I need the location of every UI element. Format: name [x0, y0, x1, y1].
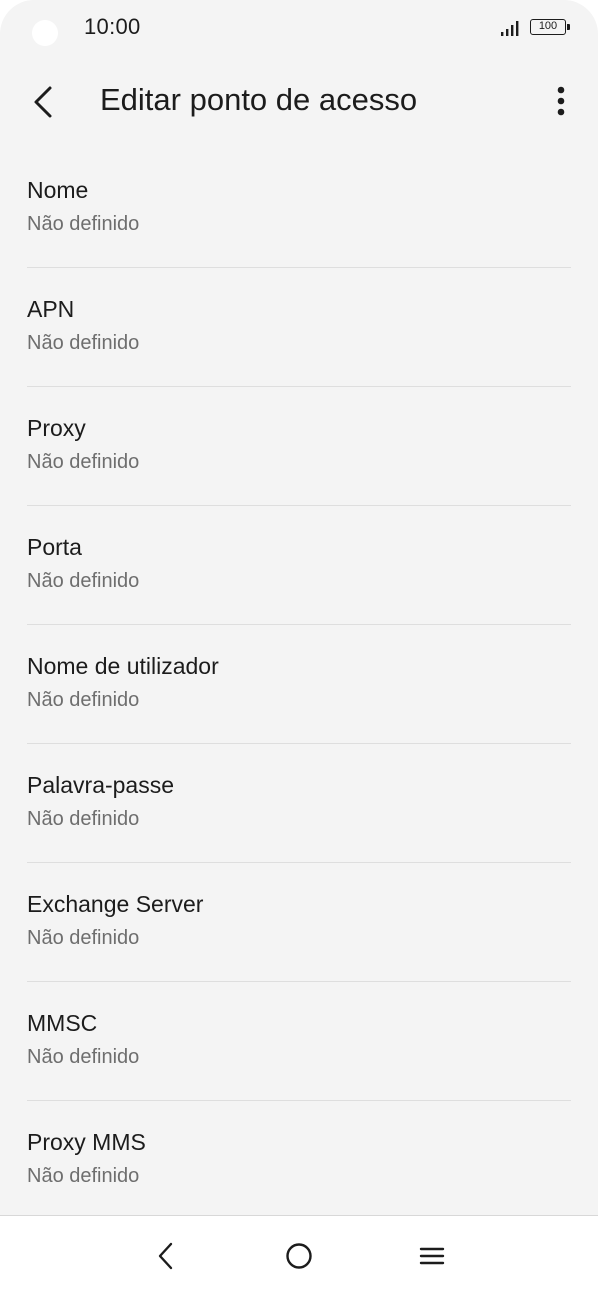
- list-item-palavra-passe[interactable]: Palavra-passe Não definido: [0, 744, 598, 863]
- more-options-button[interactable]: [546, 80, 576, 124]
- nav-back-button[interactable]: [146, 1236, 186, 1276]
- item-value: Não definido: [27, 1046, 140, 1068]
- item-title: APN: [27, 296, 75, 322]
- phone-screen: 10:00 100 Editar ponto de acesso Nome Nã…: [0, 0, 598, 1295]
- navigation-bar: [0, 1215, 598, 1295]
- page-title: Editar ponto de acesso: [100, 82, 418, 117]
- item-value: Não definido: [27, 332, 140, 354]
- nav-back-icon: [158, 1242, 173, 1270]
- item-title: Proxy: [27, 415, 86, 441]
- item-title: Porta: [27, 534, 82, 560]
- nav-home-icon: [286, 1243, 312, 1269]
- item-title: Exchange Server: [27, 891, 204, 917]
- battery-tip: [567, 24, 570, 30]
- more-vert-icon: [557, 86, 565, 116]
- list-item-proxy-mms[interactable]: Proxy MMS Não definido: [0, 1101, 598, 1220]
- list-item-proxy[interactable]: Proxy Não definido: [0, 387, 598, 506]
- battery-level: 100: [530, 19, 566, 35]
- list-item-mmsc[interactable]: MMSC Não definido: [0, 982, 598, 1101]
- status-time: 10:00: [84, 14, 141, 39]
- item-value: Não definido: [27, 213, 140, 235]
- camera-cutout: [32, 20, 58, 46]
- apn-settings-list: Nome Não definido APN Não definido Proxy…: [0, 149, 598, 1220]
- signal-icon: [501, 21, 519, 36]
- item-title: Nome: [27, 177, 89, 203]
- list-item-apn[interactable]: APN Não definido: [0, 268, 598, 387]
- item-value: Não definido: [27, 808, 140, 830]
- list-item-exchange-server[interactable]: Exchange Server Não definido: [0, 863, 598, 982]
- item-title: MMSC: [27, 1010, 98, 1036]
- item-title: Nome de utilizador: [27, 653, 219, 679]
- item-value: Não definido: [27, 1165, 140, 1187]
- back-button[interactable]: [26, 80, 66, 124]
- nav-recents-icon: [419, 1247, 445, 1265]
- item-value: Não definido: [27, 689, 140, 711]
- list-item-nome[interactable]: Nome Não definido: [0, 149, 598, 268]
- nav-home-button[interactable]: [279, 1236, 319, 1276]
- item-value: Não definido: [27, 927, 140, 949]
- nav-recents-button[interactable]: [412, 1236, 452, 1276]
- list-item-porta[interactable]: Porta Não definido: [0, 506, 598, 625]
- app-bar: Editar ponto de acesso: [0, 68, 598, 136]
- battery-icon: 100: [530, 19, 572, 37]
- status-bar: 10:00 100: [0, 0, 598, 56]
- item-title: Proxy MMS: [27, 1129, 146, 1155]
- item-title: Palavra-passe: [27, 772, 175, 798]
- chevron-left-icon: [34, 86, 52, 118]
- item-value: Não definido: [27, 451, 140, 473]
- item-value: Não definido: [27, 570, 140, 592]
- list-item-nome-de-utilizador[interactable]: Nome de utilizador Não definido: [0, 625, 598, 744]
